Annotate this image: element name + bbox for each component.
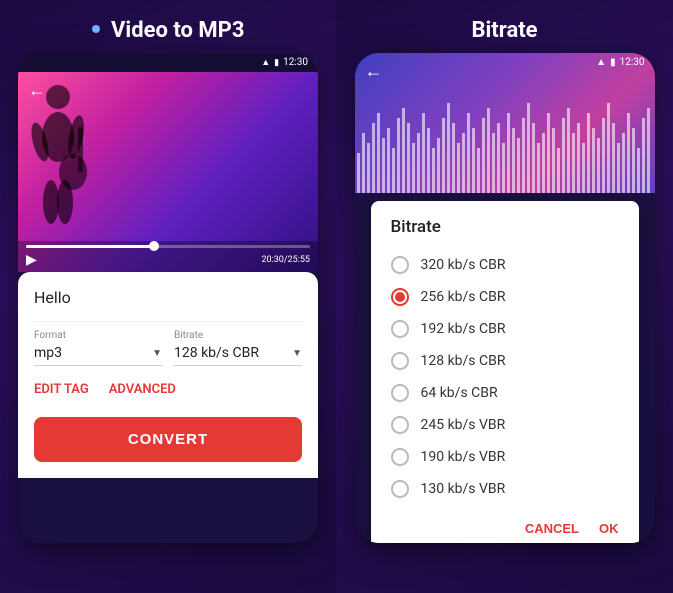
cancel-button[interactable]: CANCEL xyxy=(525,521,579,536)
left-panel: Video to MP3 12:30 ← xyxy=(0,0,336,593)
ok-button[interactable]: OK xyxy=(599,521,619,536)
bitrate-value: 128 kb/s CBR xyxy=(174,345,259,361)
left-panel-title: Video to MP3 xyxy=(92,18,245,43)
phone-left: 12:30 ← xyxy=(18,53,318,543)
format-value: mp3 xyxy=(34,345,62,361)
video-area: ← xyxy=(18,72,318,272)
battery-icon-right: ▮ xyxy=(610,57,616,68)
radio-label: 256 kb/s CBR xyxy=(421,289,506,305)
radio-circle xyxy=(391,288,409,306)
dialog-actions: CANCEL OK xyxy=(391,513,619,536)
radio-option[interactable]: 256 kb/s CBR xyxy=(391,281,619,313)
radio-circle xyxy=(391,448,409,466)
radio-label: 190 kb/s VBR xyxy=(421,449,506,465)
radio-option[interactable]: 64 kb/s CBR xyxy=(391,377,619,409)
bitrate-label: Bitrate xyxy=(174,330,302,341)
radio-label: 64 kb/s CBR xyxy=(421,385,498,401)
divider-top xyxy=(34,321,302,322)
radio-options: 320 kb/s CBR 256 kb/s CBR 192 kb/s CBR 128 … xyxy=(391,249,619,505)
bitrate-dialog: Bitrate 320 kb/s CBR 256 kb/s CBR 192 kb/s… xyxy=(371,201,639,543)
advanced-button[interactable]: ADVANCED xyxy=(109,382,176,397)
radio-option[interactable]: 130 kb/s VBR xyxy=(391,473,619,505)
form-row: Format mp3 ▼ Bitrate 128 kb/s CBR ▼ xyxy=(34,330,302,366)
radio-circle xyxy=(391,320,409,338)
format-label: Format xyxy=(34,330,162,341)
status-time-left: 12:30 xyxy=(283,57,308,68)
radio-circle xyxy=(391,480,409,498)
file-name: Hello xyxy=(34,288,302,307)
controls-row: ▶ 20:30/25:55 xyxy=(26,252,310,268)
radio-option[interactable]: 190 kb/s VBR xyxy=(391,441,619,473)
radio-label: 320 kb/s CBR xyxy=(421,257,506,273)
bitrate-group: Bitrate 128 kb/s CBR ▼ xyxy=(174,330,302,366)
status-bar-left: 12:30 xyxy=(18,53,318,72)
convert-button[interactable]: CONVERT xyxy=(34,417,302,462)
dialog-title: Bitrate xyxy=(391,217,619,237)
progress-bar[interactable] xyxy=(26,245,310,248)
signal-icon xyxy=(261,57,270,68)
radio-option[interactable]: 320 kb/s CBR xyxy=(391,249,619,281)
right-panel-title: Bitrate xyxy=(471,18,537,43)
radio-label: 128 kb/s CBR xyxy=(421,353,506,369)
right-panel: Bitrate ▲ ▮ 12:30 ← xyxy=(336,0,673,593)
format-group: Format mp3 ▼ xyxy=(34,330,162,366)
format-select[interactable]: mp3 ▼ xyxy=(34,345,162,366)
bitrate-select[interactable]: 128 kb/s CBR ▼ xyxy=(174,345,302,366)
radio-label: 130 kb/s VBR xyxy=(421,481,506,497)
signal-icon-right: ▲ xyxy=(596,57,606,68)
radio-circle xyxy=(391,416,409,434)
action-links: EDIT TAG ADVANCED xyxy=(34,382,302,397)
progress-dot xyxy=(149,241,159,251)
radio-circle xyxy=(391,352,409,370)
radio-option[interactable]: 128 kb/s CBR xyxy=(391,345,619,377)
radio-option[interactable]: 192 kb/s CBR xyxy=(391,313,619,345)
bitrate-arrow-icon: ▼ xyxy=(292,348,302,359)
battery-icon xyxy=(274,57,279,68)
radio-circle xyxy=(391,256,409,274)
edit-tag-button[interactable]: EDIT TAG xyxy=(34,382,89,397)
waveform-area: ← xyxy=(355,53,655,193)
phone-right: ▲ ▮ 12:30 ← xyxy=(355,53,655,543)
progress-fill xyxy=(26,245,154,248)
title-dot xyxy=(92,25,100,33)
radio-label: 245 kb/s VBR xyxy=(421,417,506,433)
back-arrow-left[interactable]: ← xyxy=(28,80,46,101)
video-time: 20:30/25:55 xyxy=(261,255,310,265)
waveform-svg xyxy=(355,93,655,193)
radio-circle xyxy=(391,384,409,402)
status-bar-right: ▲ ▮ 12:30 xyxy=(586,53,654,72)
conversion-card: Hello Format mp3 ▼ Bitrate 128 kb/s CBR … xyxy=(18,272,318,478)
video-controls: ▶ 20:30/25:55 xyxy=(18,241,318,272)
back-arrow-right[interactable]: ← xyxy=(365,61,383,82)
radio-option[interactable]: 245 kb/s VBR xyxy=(391,409,619,441)
play-button[interactable]: ▶ xyxy=(26,252,37,268)
radio-label: 192 kb/s CBR xyxy=(421,321,506,337)
status-time-right: 12:30 xyxy=(620,57,645,68)
format-arrow-icon: ▼ xyxy=(152,348,162,359)
